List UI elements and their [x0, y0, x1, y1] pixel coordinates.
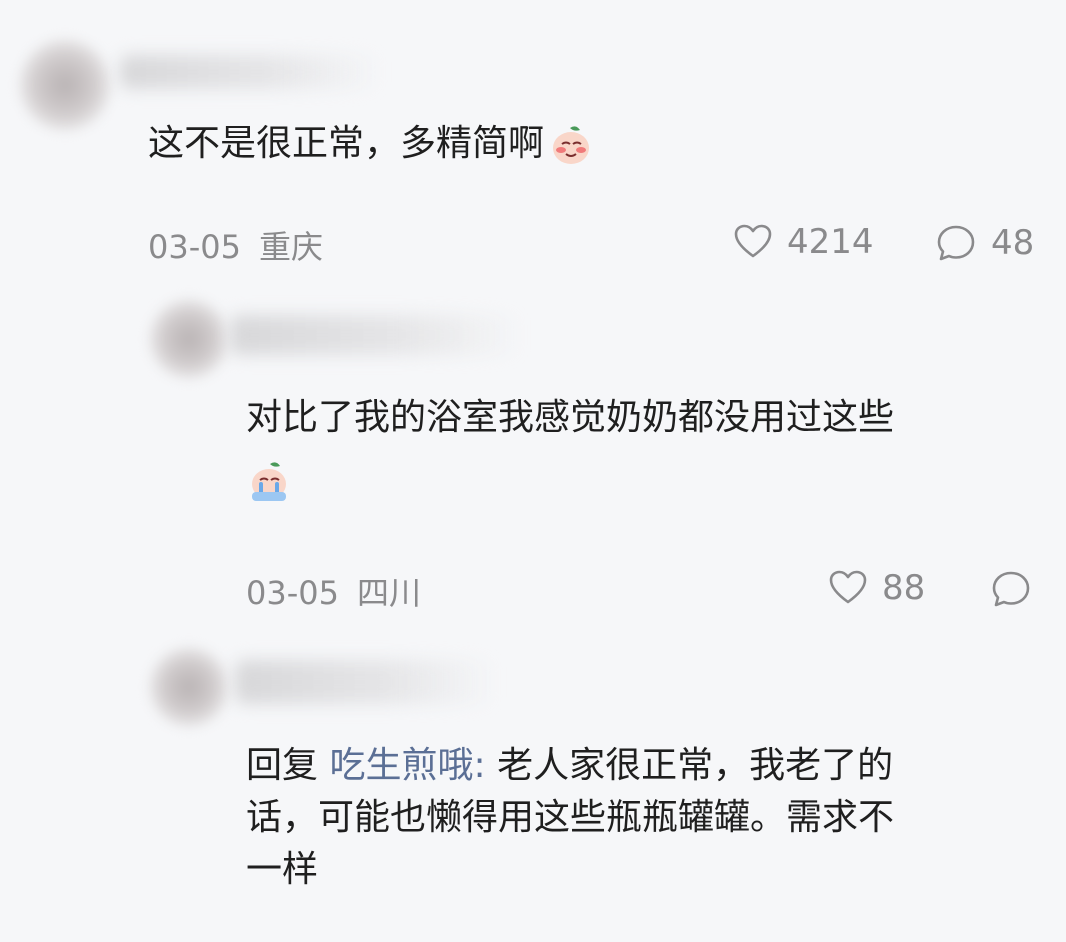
comment-thread: 这不是很正常，多精简啊 03-05 重庆 4214 48 对比了我的浴室我感觉奶奶…	[0, 0, 1066, 942]
blushing-face-icon	[553, 126, 590, 164]
comment-3-line-1: 回复 吃生煎哦: 老人家很正常，我老了的	[246, 740, 894, 792]
comment-1-reply-button[interactable]: 48	[935, 222, 1034, 264]
comment-2-text: 对比了我的浴室我感觉奶奶都没用过这些	[246, 392, 894, 506]
reply-to-username[interactable]: 吃生煎哦:	[329, 745, 485, 786]
comment-2-date: 03-05	[246, 574, 339, 612]
blurred-username-1[interactable]	[120, 55, 380, 89]
comment-3-line-2: 话，可能也懒得用这些瓶瓶罐罐。需求不	[246, 797, 895, 838]
heart-icon	[734, 224, 772, 258]
comment-1-like-count: 4214	[787, 222, 874, 262]
comment-1-date: 03-05	[148, 228, 241, 266]
comment-3-line-1-text: 老人家很正常，我老了的	[497, 745, 894, 786]
blurred-username-2[interactable]	[230, 315, 520, 355]
comment-3-line-3: 一样	[246, 849, 319, 890]
heart-icon	[829, 570, 867, 604]
comment-bubble-icon	[937, 225, 975, 261]
comment-3-text: 回复 吃生煎哦: 老人家很正常，我老了的 话，可能也懒得用这些瓶瓶罐罐。需求不 …	[246, 740, 894, 896]
blurred-username-3[interactable]	[235, 660, 495, 704]
blurred-avatar-2[interactable]	[150, 300, 228, 378]
comment-2-meta: 03-05 四川	[246, 568, 421, 614]
comment-1-location: 重庆	[258, 228, 323, 266]
comment-bubble-icon	[992, 571, 1030, 607]
comment-1-body: 这不是很正常，多精简啊	[148, 123, 545, 164]
comment-2-like-count: 88	[882, 568, 926, 608]
blurred-avatar-1[interactable]	[20, 40, 110, 130]
comment-1-reply-count: 48	[991, 223, 1035, 263]
comment-1-meta: 03-05 重庆	[148, 222, 323, 268]
comment-2-like-button[interactable]: 88	[828, 568, 925, 608]
comment-2-location: 四川	[356, 574, 421, 612]
crying-face-icon	[252, 462, 286, 501]
comment-2-reply-button[interactable]	[990, 568, 1046, 610]
reply-prefix: 回复	[246, 745, 319, 786]
comment-2-emoji-line	[246, 454, 894, 506]
comment-1-text: 这不是很正常，多精简啊	[148, 118, 594, 170]
comment-1-like-button[interactable]: 4214	[733, 222, 874, 262]
blurred-avatar-3[interactable]	[150, 648, 228, 726]
comment-2-body: 对比了我的浴室我感觉奶奶都没用过这些	[246, 397, 895, 438]
